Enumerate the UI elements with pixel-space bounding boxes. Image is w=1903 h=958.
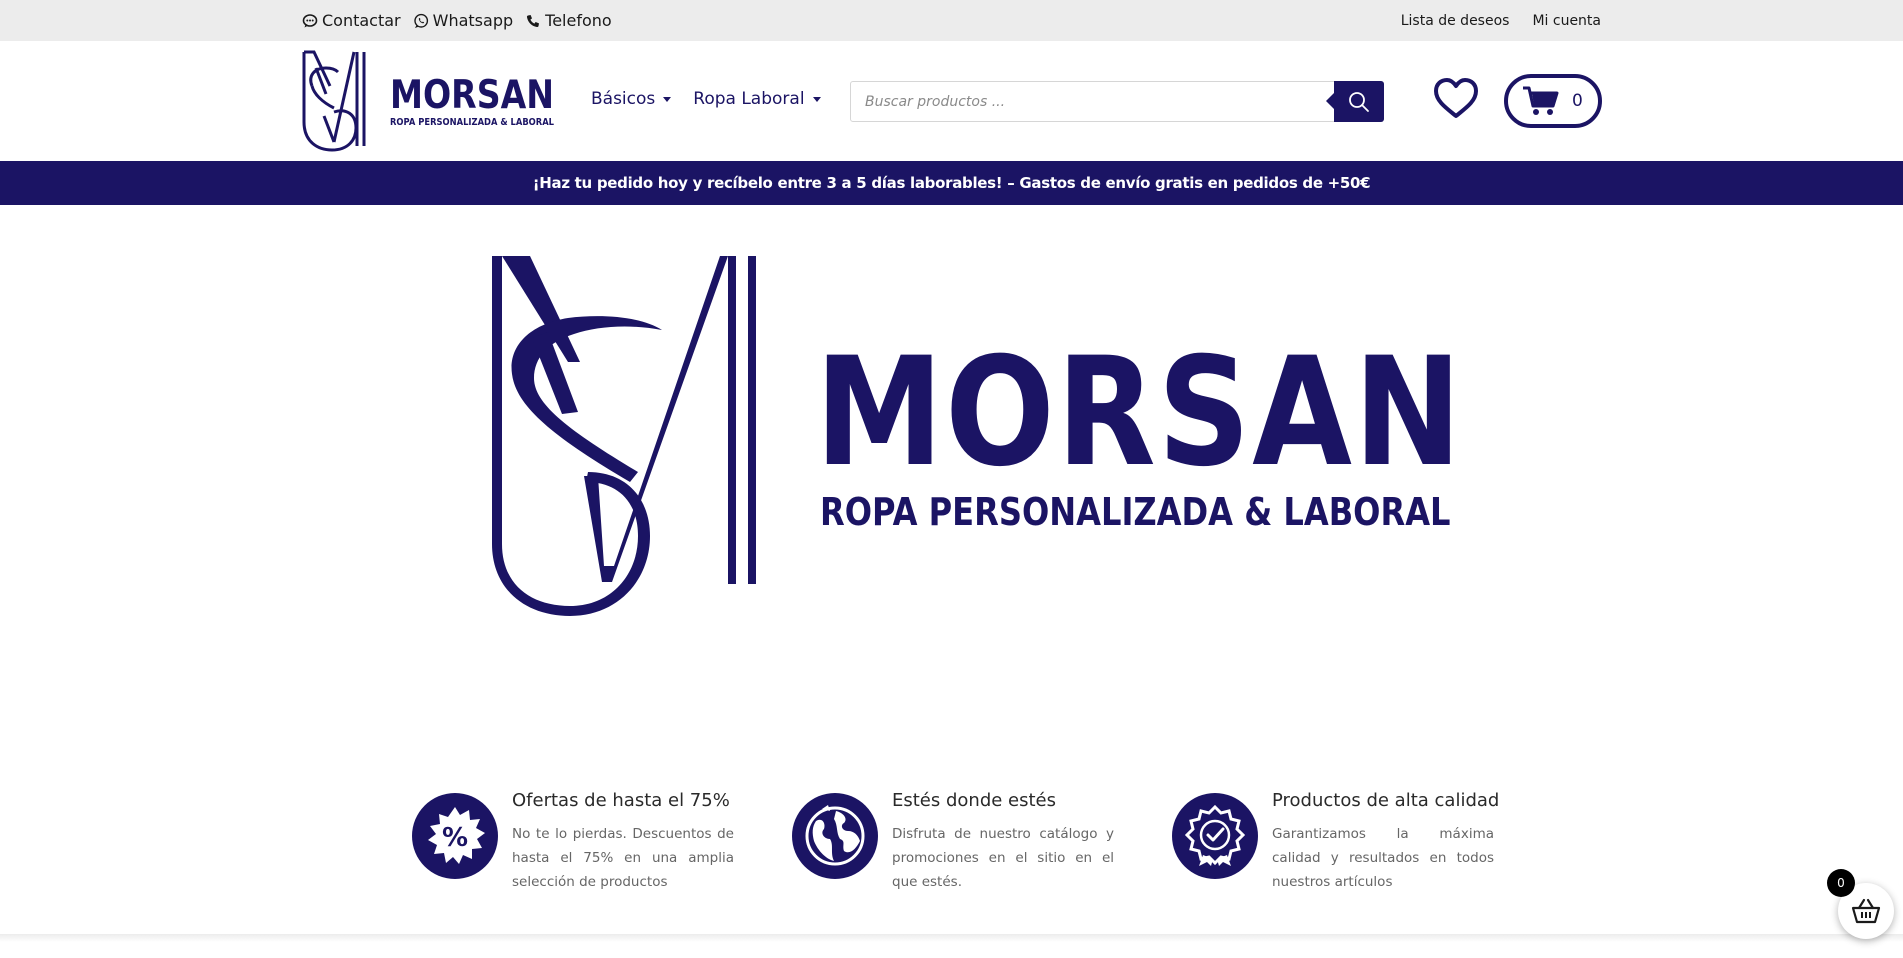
phone-label: Telefono: [545, 11, 612, 30]
floating-cart-count-badge: 0: [1827, 869, 1855, 897]
cart-count: 0: [1572, 91, 1583, 111]
hero-brand-title: MORSAN: [815, 326, 1464, 500]
feature-icon-circle: %: [412, 793, 498, 879]
feature-title: Productos de alta calidad: [1272, 790, 1500, 811]
shipping-promo-banner: ¡Haz tu pedido hoy y recíbelo entre 3 a …: [0, 161, 1903, 205]
nav-item-basicos[interactable]: Básicos: [591, 89, 672, 109]
nav-item-ropa-laboral[interactable]: Ropa Laboral: [693, 89, 821, 109]
feature-title: Ofertas de hasta el 75%: [512, 790, 730, 811]
wishlist-link[interactable]: Lista de deseos: [1401, 13, 1510, 29]
main-nav: Básicos Ropa Laboral: [591, 89, 821, 109]
header-logo-tagline: ROPA PERSONALIZADA & LABORAL: [390, 117, 554, 128]
feature-description: No te lo pierdas. Descuentos de hasta el…: [512, 826, 734, 890]
feature-quality: Productos de alta calidad Garantizamos l…: [1172, 790, 1502, 900]
globe-icon: [805, 805, 865, 866]
search-icon: [1349, 91, 1369, 112]
whatsapp-icon: [413, 13, 428, 28]
feature-description: Disfruta de nuestro catálogo y promocion…: [892, 826, 1114, 890]
account-link[interactable]: Mi cuenta: [1532, 13, 1601, 29]
feature-title: Estés donde estés: [892, 790, 1057, 811]
whatsapp-link[interactable]: Whatsapp: [413, 11, 514, 30]
header-logo[interactable]: MORSAN ROPA PERSONALIZADA & LABORAL: [302, 50, 554, 152]
product-search: [850, 81, 1384, 122]
cart-button[interactable]: 0: [1504, 74, 1602, 128]
hero-logo-emblem: [492, 256, 756, 616]
section-divider: [0, 934, 1903, 942]
top-bar-account-links: Lista de deseos Mi cuenta: [1401, 0, 1601, 41]
feature-anywhere: Estés donde estés Disfruta de nuestro ca…: [792, 790, 1122, 900]
top-bar: Contactar Whatsapp Telefono Lista de des…: [0, 0, 1903, 41]
contact-label: Contactar: [322, 11, 401, 30]
header-logo-name: MORSAN: [390, 73, 554, 118]
phone-icon: [527, 14, 540, 27]
svg-text:%: %: [442, 823, 468, 853]
basket-icon: [1851, 898, 1881, 924]
shopping-cart-icon: [1523, 86, 1559, 115]
chevron-down-icon: [812, 96, 821, 102]
nav-item-label: Ropa Laboral: [693, 89, 805, 109]
chevron-down-icon: [663, 96, 672, 102]
wishlist-heart-icon[interactable]: [1432, 75, 1480, 123]
feature-offers: % Ofertas de hasta el 75% No te lo pierd…: [412, 790, 742, 900]
top-bar-contact-links: Contactar Whatsapp Telefono: [302, 0, 612, 41]
chat-bubble-icon: [302, 13, 318, 27]
phone-link[interactable]: Telefono: [525, 11, 612, 30]
feature-description: Garantizamos la máxima calidad y resulta…: [1272, 826, 1494, 890]
feature-icon-circle: [1172, 793, 1258, 879]
search-button[interactable]: [1326, 81, 1384, 122]
whatsapp-label: Whatsapp: [432, 11, 514, 30]
feature-icon-circle: [792, 793, 878, 879]
hero-brand-subtitle: ROPA PERSONALIZADA & LABORAL: [820, 490, 1451, 534]
contact-link[interactable]: Contactar: [302, 11, 401, 30]
nav-item-label: Básicos: [591, 89, 656, 109]
promo-text: ¡Haz tu pedido hoy y recíbelo entre 3 a …: [532, 174, 1371, 192]
quality-seal-icon: [1185, 805, 1245, 866]
site-header: MORSAN ROPA PERSONALIZADA & LABORAL Bási…: [0, 41, 1903, 161]
search-input[interactable]: [851, 82, 1336, 121]
percent-badge-icon: %: [428, 807, 485, 864]
